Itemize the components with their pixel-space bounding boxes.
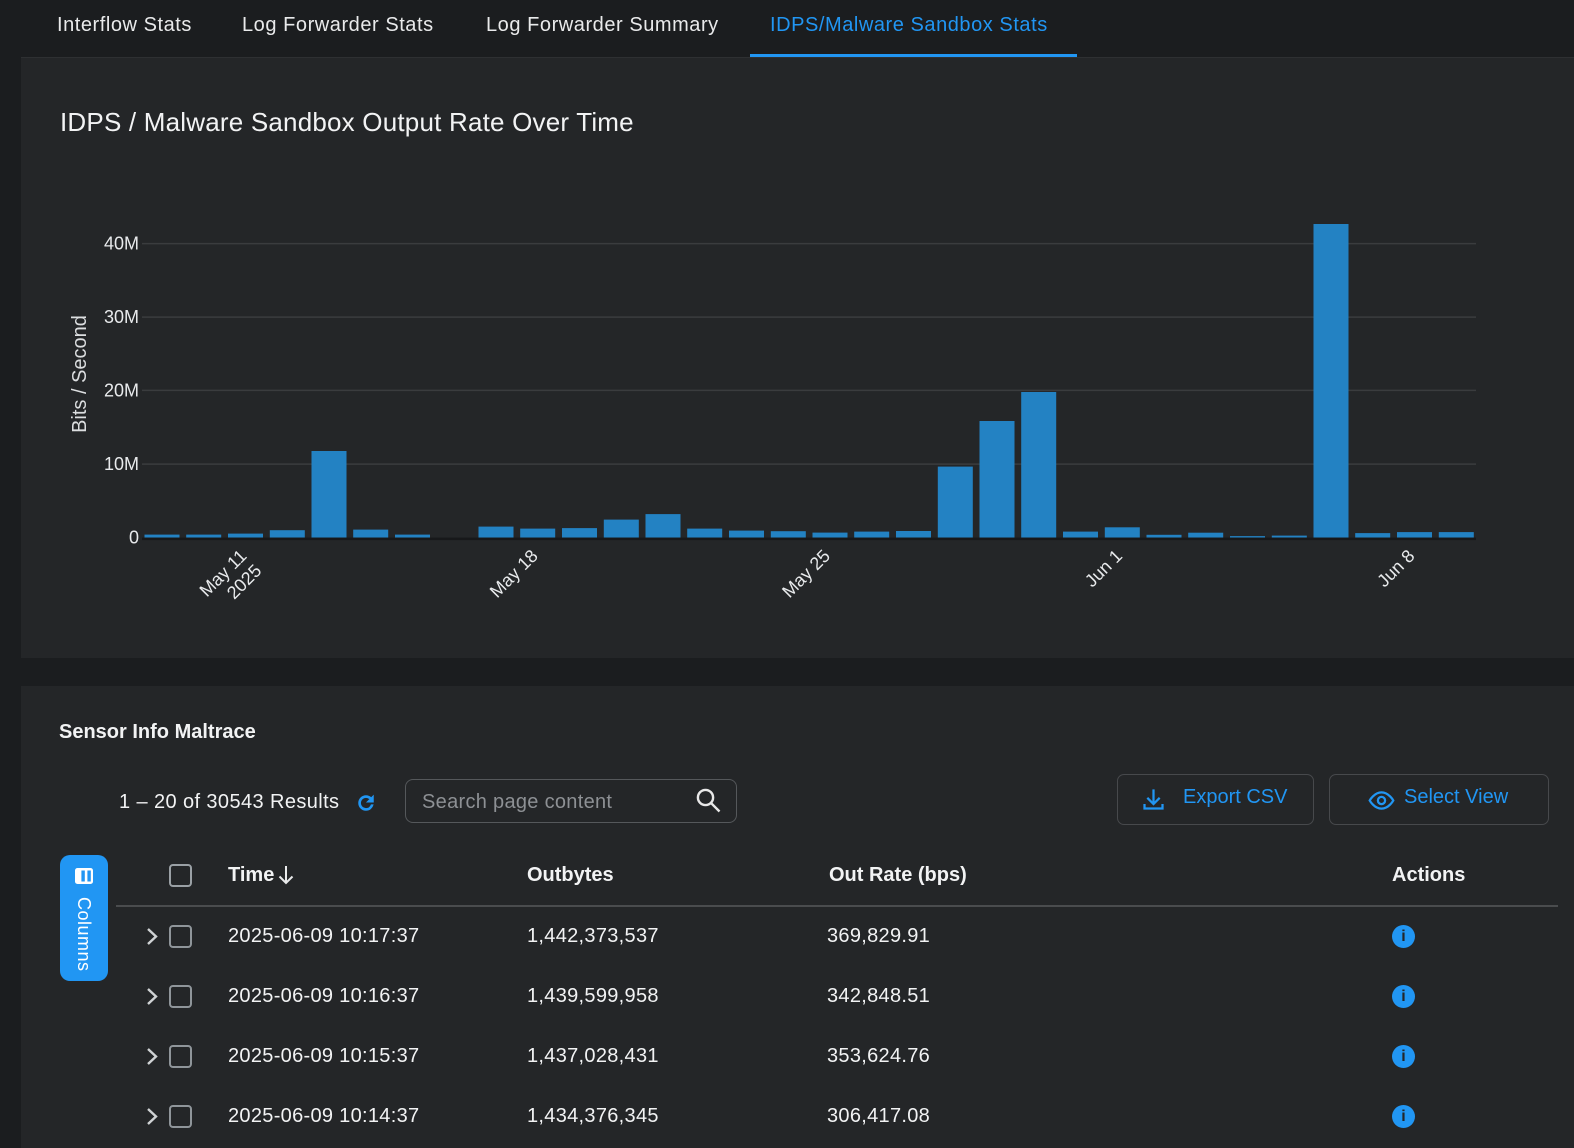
svg-text:40M: 40M [104,234,139,254]
svg-text:Jun 8: Jun 8 [1373,546,1418,591]
svg-text:May 25: May 25 [778,546,834,602]
svg-text:May 18: May 18 [486,546,542,602]
svg-text:10M: 10M [104,454,139,474]
svg-text:0: 0 [129,528,139,548]
svg-text:Bits / Second: Bits / Second [69,315,91,433]
svg-text:Jun 1: Jun 1 [1081,546,1126,591]
svg-text:May 112025: May 112025 [196,546,266,616]
svg-text:30M: 30M [104,307,139,327]
svg-text:20M: 20M [104,380,139,400]
